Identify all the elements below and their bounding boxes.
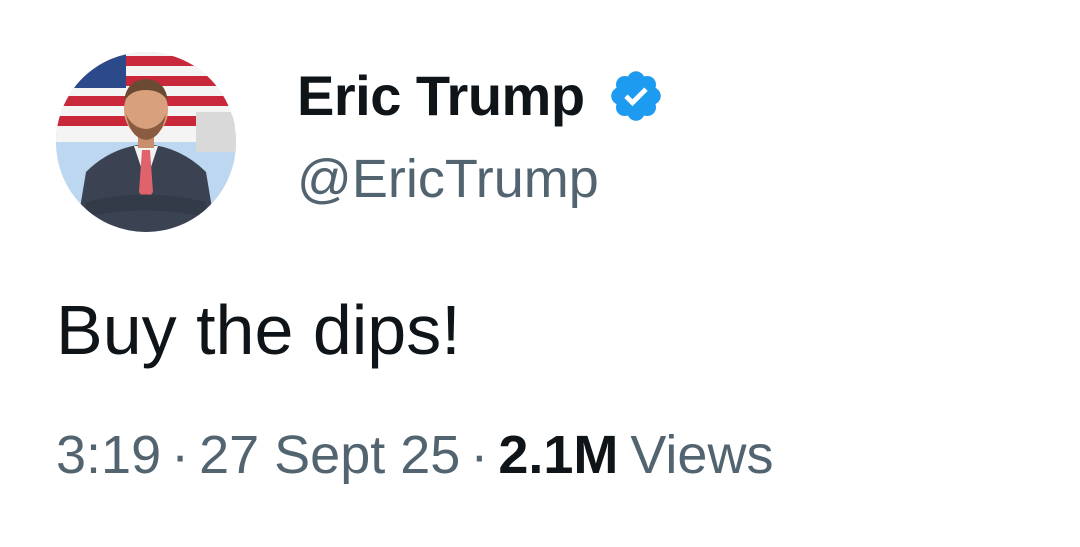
meta-separator: · xyxy=(171,425,190,485)
tweet-meta: 3:19 · 27 Sept 25 · 2.1M Views xyxy=(56,420,773,490)
tweet-text: Buy the dips! xyxy=(56,291,461,369)
avatar[interactable] xyxy=(56,52,236,232)
meta-separator: · xyxy=(470,425,489,485)
tweet-card: Eric Trump @EricTrump Buy the dips! 3:19… xyxy=(0,0,1080,547)
verified-badge-icon[interactable] xyxy=(607,67,665,125)
author-handle[interactable]: @EricTrump xyxy=(297,146,599,212)
views-count[interactable]: 2.1M xyxy=(498,425,618,485)
tweet-time[interactable]: 3:19 xyxy=(56,425,161,485)
views-label[interactable]: Views xyxy=(630,425,773,485)
tweet-date[interactable]: 27 Sept 25 xyxy=(199,425,460,485)
author-display-name[interactable]: Eric Trump xyxy=(297,60,585,132)
author-name-row[interactable]: Eric Trump xyxy=(297,60,665,132)
avatar-image xyxy=(56,52,236,232)
